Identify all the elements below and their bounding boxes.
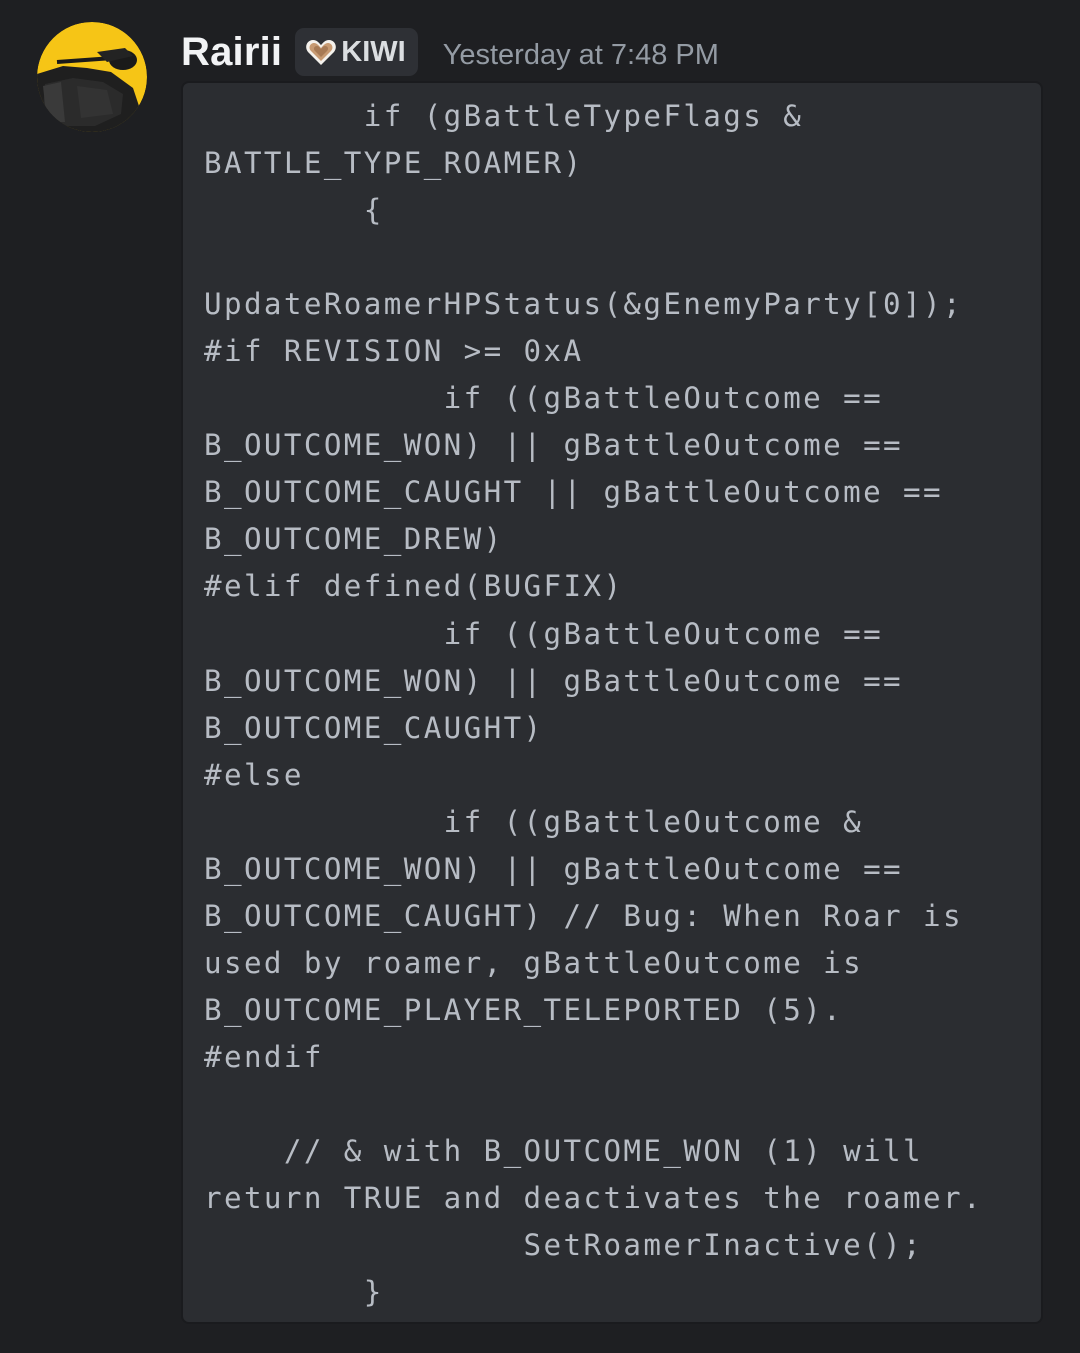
code-line: #elif defined(BUGFIX) — [204, 569, 624, 604]
code-line: B_OUTCOME_WON) || gBattleOutcome == — [204, 851, 904, 886]
chat-message: Rairii KIWI Yesterday at 7:48 PM if (gBa… — [0, 0, 1080, 1353]
code-line: #if REVISION >= 0xA — [204, 334, 584, 369]
heart-icon — [305, 37, 337, 67]
code-line: if ((gBattleOutcome & — [204, 804, 864, 839]
code-line: B_OUTCOME_WON) || gBattleOutcome == — [204, 428, 904, 463]
avatar[interactable] — [37, 22, 147, 132]
code-line: #endif — [204, 1039, 324, 1074]
code-line: B_OUTCOME_CAUGHT || gBattleOutcome == — [204, 475, 943, 510]
code-line: } — [204, 1275, 384, 1310]
code-line: if ((gBattleOutcome == — [204, 381, 884, 416]
avatar-image — [37, 22, 147, 132]
code-line: // & with B_OUTCOME_WON (1) will — [204, 1134, 924, 1169]
code-line: return TRUE and deactivates the roamer. — [204, 1181, 983, 1216]
timestamp[interactable]: Yesterday at 7:48 PM — [443, 39, 719, 72]
code-line: B_OUTCOME_WON) || gBattleOutcome == — [204, 663, 904, 698]
tag-label: KIWI — [341, 35, 406, 68]
code-line: SetRoamerInactive(); — [204, 1228, 924, 1263]
code-line: UpdateRoamerHPStatus(&gEnemyParty[0]); — [204, 287, 963, 322]
username[interactable]: Rairii — [181, 30, 282, 75]
code-line: { — [204, 193, 384, 228]
code-line: #else — [204, 757, 304, 792]
code-line: if ((gBattleOutcome == — [204, 616, 884, 651]
code-line: B_OUTCOME_DREW) — [204, 522, 504, 557]
code-line: BATTLE_TYPE_ROAMER) — [204, 146, 584, 181]
code-block[interactable]: if (gBattleTypeFlags & BATTLE_TYPE_ROAMER… — [181, 81, 1043, 1324]
code-line: used by roamer, gBattleOutcome is — [204, 945, 864, 980]
code-line: if (gBattleTypeFlags & — [204, 99, 804, 133]
code-line: B_OUTCOME_CAUGHT) — [204, 710, 544, 745]
code-line: B_OUTCOME_PLAYER_TELEPORTED (5). — [204, 992, 844, 1027]
server-tag[interactable]: KIWI — [295, 28, 418, 76]
code-line: B_OUTCOME_CAUGHT) // Bug: When Roar is — [204, 898, 963, 933]
message-header: Rairii KIWI Yesterday at 7:48 PM — [181, 24, 719, 80]
